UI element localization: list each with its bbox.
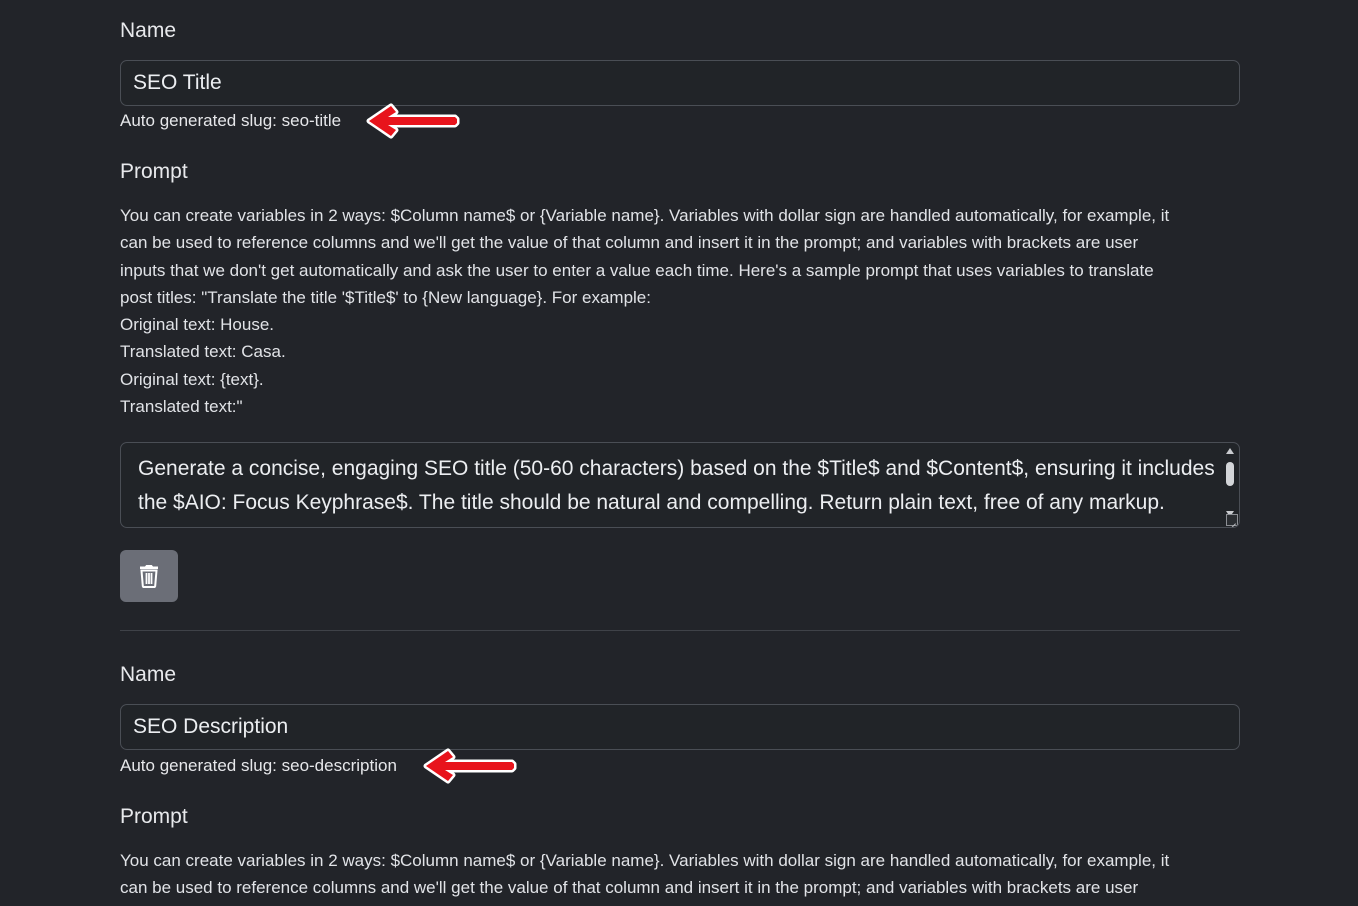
help-line: inputs that we don't get automatically a… <box>120 260 1154 280</box>
scroll-thumb[interactable] <box>1226 462 1234 486</box>
red-arrow-left-icon <box>366 103 460 139</box>
help-line: Original text: {text}. <box>120 369 264 389</box>
help-line: can be used to reference columns and we'… <box>120 233 1139 253</box>
help-line: Translated text: Casa. <box>120 342 286 362</box>
prompt-help-text: You can create variables in 2 ways: $Col… <box>120 202 1240 420</box>
help-line: can be used to reference columns and we'… <box>120 878 1139 898</box>
prompt-label: Prompt <box>120 160 188 183</box>
prompt-textarea-value: Generate a concise, engaging SEO title (… <box>138 457 1215 514</box>
help-line: post titles: "Translate the title '$Titl… <box>120 287 651 307</box>
help-line: Original text: House. <box>120 315 275 335</box>
delete-prompt-button[interactable] <box>120 550 178 602</box>
help-line: Translated text:" <box>120 397 243 417</box>
prompt-label: Prompt <box>120 805 188 828</box>
resize-handle-icon[interactable] <box>1226 514 1238 526</box>
help-line: You can create variables in 2 ways: $Col… <box>120 206 1170 225</box>
help-line: You can create variables in 2 ways: $Col… <box>120 851 1170 870</box>
name-label: Name <box>120 663 177 686</box>
textarea-scrollbar[interactable] <box>1223 445 1237 517</box>
prompt-help-text: You can create variables in 2 ways: $Col… <box>120 847 1240 902</box>
auto-slug-text: Auto generated slug: seo-title <box>120 111 342 130</box>
name-input-seo-description[interactable] <box>120 704 1240 750</box>
name-label: Name <box>120 19 177 42</box>
auto-slug-text: Auto generated slug: seo-description <box>120 756 397 775</box>
name-input-seo-title[interactable] <box>120 60 1240 106</box>
prompt-textarea[interactable]: Generate a concise, engaging SEO title (… <box>120 442 1240 528</box>
trash-icon <box>140 565 158 588</box>
scroll-up-arrow-icon[interactable] <box>1226 448 1234 454</box>
section-divider <box>120 630 1240 631</box>
red-arrow-left-icon <box>423 748 517 784</box>
